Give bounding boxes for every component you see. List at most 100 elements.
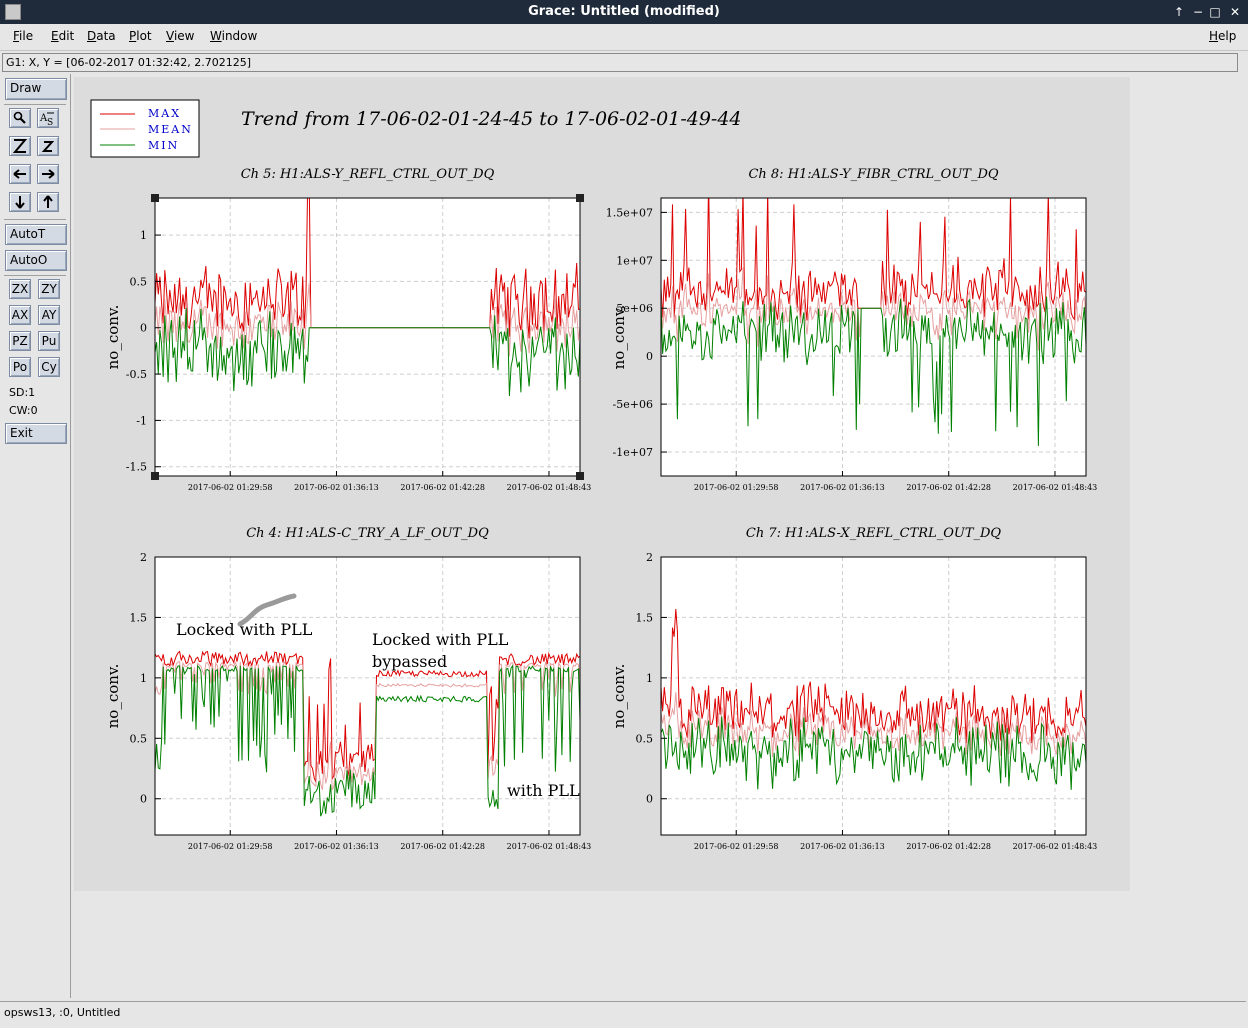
ax-button[interactable]: AX <box>9 305 31 325</box>
y-tick-label: -1.5 <box>126 461 147 474</box>
exit-button[interactable]: Exit <box>5 423 67 444</box>
selection-handle[interactable] <box>151 194 159 202</box>
x-tick-label: 2017-06-02 01:36:13 <box>294 483 379 492</box>
x-tick-label: 2017-06-02 01:48:43 <box>1013 842 1098 851</box>
plot-title: Trend from 17-06-02-01-24-45 to 17-06-02… <box>241 108 742 130</box>
y-tick-label: 0 <box>140 322 147 335</box>
autoscale-icon[interactable]: AS <box>37 108 59 128</box>
x-tick-label: 2017-06-02 01:29:58 <box>694 483 779 492</box>
menu-plot[interactable]: Plot <box>129 29 152 43</box>
arrow-right-icon[interactable] <box>37 164 59 184</box>
draw-button[interactable]: Draw <box>5 78 67 100</box>
plot-area[interactable] <box>661 198 1086 476</box>
annotation-bypassed: bypassed <box>372 652 447 671</box>
status-bar: opsws13, :0, Untitled <box>0 1001 1246 1023</box>
legend-max-label: MAX <box>148 107 181 120</box>
tool-panel: Draw AS AutoT AutoO ZX ZY AX AY PZ Pu Po… <box>0 74 71 998</box>
arrow-left-icon[interactable] <box>9 164 31 184</box>
current-world-label: CW:0 <box>9 404 38 417</box>
arrow-down-icon[interactable] <box>9 192 31 212</box>
locator-readout: G1: X, Y = [06-02-2017 01:32:42, 2.70212… <box>2 53 1238 72</box>
autot-button[interactable]: AutoT <box>5 224 67 245</box>
legend-min-label: MIN <box>148 139 179 152</box>
chart-title: Ch 4: H1:ALS-C_TRY_A_LF_OUT_DQ <box>246 526 489 541</box>
svg-text:S: S <box>47 118 53 127</box>
zx-button[interactable]: ZX <box>9 279 31 299</box>
zy-button[interactable]: ZY <box>38 279 60 299</box>
menu-file[interactable]: File <box>13 29 33 43</box>
set-count-label: SD:1 <box>9 386 36 399</box>
zoom-in-icon[interactable] <box>9 136 31 156</box>
arrow-up-icon[interactable] <box>37 192 59 212</box>
y-tick-label: 1 <box>140 672 147 685</box>
x-tick-label: 2017-06-02 01:48:43 <box>1013 483 1098 492</box>
y-axis-label: no_conv. <box>610 664 628 729</box>
chart-title: Ch 7: H1:ALS-X_REFL_CTRL_OUT_DQ <box>746 526 1001 541</box>
menu-edit[interactable]: Edit <box>51 29 74 43</box>
maximize-window-icon[interactable]: □ <box>1206 3 1224 21</box>
ay-button[interactable]: AY <box>38 305 60 325</box>
chart-title: Ch 8: H1:ALS-Y_FIBR_CTRL_OUT_DQ <box>748 167 998 182</box>
divider <box>4 104 66 105</box>
x-tick-label: 2017-06-02 01:36:13 <box>294 842 379 851</box>
x-tick-label: 2017-06-02 01:48:43 <box>507 483 592 492</box>
y-tick-label: 1 <box>140 229 147 242</box>
y-axis-label: no_conv. <box>104 664 122 729</box>
close-window-icon[interactable]: ✕ <box>1226 3 1244 21</box>
y-tick-label: 0.5 <box>130 732 148 745</box>
y-tick-label: 1e+07 <box>616 254 653 267</box>
menu-bar: File Edit Data Plot View Window Help <box>0 25 1248 51</box>
selection-handle[interactable] <box>576 472 584 480</box>
zoom-tool-icon[interactable] <box>9 108 31 128</box>
plot-area[interactable] <box>155 198 580 476</box>
x-tick-label: 2017-06-02 01:42:28 <box>400 842 485 851</box>
menu-view[interactable]: View <box>166 29 194 43</box>
y-axis-label: no_conv. <box>104 305 122 370</box>
annotation-locked-with-pll-bypassed: Locked with PLL <box>372 630 509 649</box>
divider <box>4 275 66 276</box>
menu-window[interactable]: Window <box>210 29 257 43</box>
x-tick-label: 2017-06-02 01:42:28 <box>906 483 991 492</box>
x-tick-label: 2017-06-02 01:36:13 <box>800 842 885 851</box>
y-tick-label: 0.5 <box>130 275 148 288</box>
x-tick-label: 2017-06-02 01:42:28 <box>400 483 485 492</box>
x-tick-label: 2017-06-02 01:29:58 <box>694 842 779 851</box>
x-tick-label: 2017-06-02 01:36:13 <box>800 483 885 492</box>
cy-button[interactable]: Cy <box>38 357 60 377</box>
plot-canvas[interactable]: MAX MEAN MIN Trend from 17-06-02-01-24-4… <box>74 77 1130 891</box>
y-tick-label: 1 <box>646 672 653 685</box>
pz-button[interactable]: PZ <box>9 331 31 351</box>
y-tick-label: -1 <box>136 414 147 427</box>
selection-handle[interactable] <box>576 194 584 202</box>
x-tick-label: 2017-06-02 01:42:28 <box>906 842 991 851</box>
y-tick-label: -0.5 <box>126 368 147 381</box>
y-tick-label: 2 <box>646 551 653 564</box>
menu-help[interactable]: Help <box>1209 29 1236 43</box>
po-button[interactable]: Po <box>9 357 31 377</box>
annotation-locked-with-pll: Locked with PLL <box>176 620 313 639</box>
autoo-button[interactable]: AutoO <box>5 250 67 271</box>
y-tick-label: 0.5 <box>636 732 654 745</box>
window-title: Grace: Untitled (modified) <box>528 4 720 19</box>
selection-handle[interactable] <box>151 472 159 480</box>
menu-data[interactable]: Data <box>87 29 116 43</box>
y-tick-label: 0 <box>646 793 653 806</box>
y-tick-label: 0 <box>140 793 147 806</box>
plot-area[interactable] <box>661 557 1086 835</box>
y-tick-label: 0 <box>646 350 653 363</box>
zoom-out-icon[interactable] <box>37 136 59 156</box>
minimize-window-icon[interactable]: − <box>1189 3 1207 21</box>
graph-area[interactable]: MAX MEAN MIN Trend from 17-06-02-01-24-4… <box>74 77 1130 891</box>
y-tick-label: 1.5 <box>636 611 654 624</box>
y-tick-label: 1.5e+07 <box>606 206 653 219</box>
pu-button[interactable]: Pu <box>38 331 60 351</box>
x-tick-label: 2017-06-02 01:29:58 <box>188 483 273 492</box>
window-titlebar: Grace: Untitled (modified) ↑ − □ ✕ <box>0 0 1248 24</box>
annotation-with-pll: with PLL <box>507 781 580 800</box>
raise-window-icon[interactable]: ↑ <box>1170 3 1188 21</box>
x-tick-label: 2017-06-02 01:48:43 <box>507 842 592 851</box>
y-axis-label: no_conv. <box>610 305 628 370</box>
x-tick-label: 2017-06-02 01:29:58 <box>188 842 273 851</box>
y-tick-label: -1e+07 <box>613 446 653 459</box>
divider <box>4 219 66 220</box>
